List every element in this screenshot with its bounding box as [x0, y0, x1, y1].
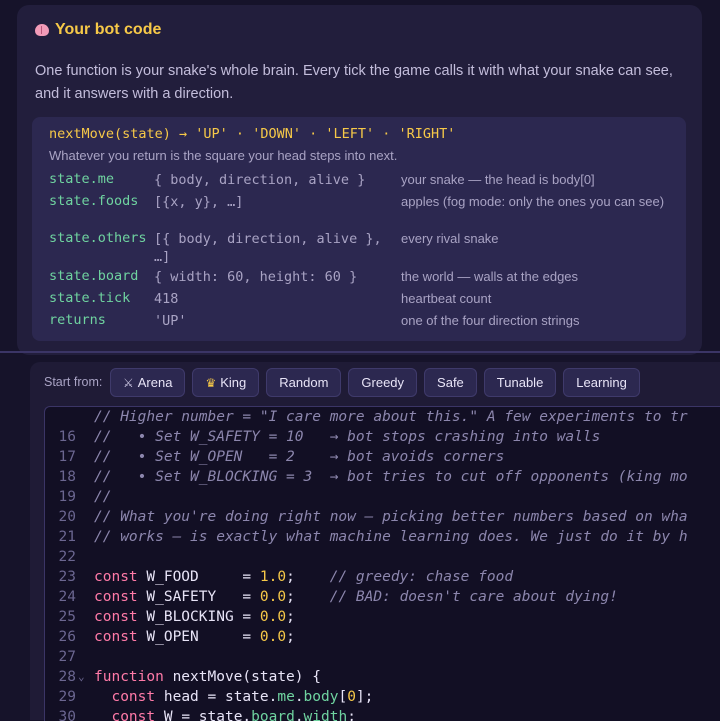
code-line: 30 const head = state.me.body[0];	[45, 687, 720, 721]
api-key: state.tick	[49, 290, 131, 306]
code-line: 29 ⌄ function nextMove(state) {	[45, 667, 720, 705]
code-line: 21 // What you're doing right now — pick…	[45, 507, 720, 545]
starter-label: Safe	[437, 375, 464, 390]
starter-tunable-button[interactable]: Tunable	[483, 368, 557, 397]
brain-icon	[35, 24, 49, 36]
code-text: const W_OPEN = 0.0;	[94, 629, 295, 645]
code-text: function nextMove(state) {	[94, 669, 321, 685]
code-text: const W = state.board.width;	[111, 709, 356, 721]
api-desc: heartbeat count	[401, 291, 492, 306]
crown-icon: ♛	[205, 375, 217, 390]
api-type: 'UP'	[154, 313, 187, 329]
api-desc: the world — walls at the edges	[401, 269, 579, 284]
starter-label: Arena	[137, 375, 173, 390]
starter-label: Greedy	[361, 375, 405, 390]
code-text: const head = state.me.body[0];	[111, 689, 374, 705]
api-desc: your snake — the head is body[0]	[401, 172, 595, 187]
starter-label: Tunable	[496, 375, 544, 390]
code-line: 20 //	[45, 487, 720, 525]
code-text: // • Set W_BLOCKING = 3 → bot tries to c…	[94, 469, 688, 485]
function-signature: nextMove(state) → 'UP' · 'DOWN' · 'LEFT'…	[49, 126, 456, 142]
api-type: { body, direction, alive }	[154, 172, 366, 188]
code-line: 24 const W_FOOD = 1.0; // greedy: chase …	[45, 567, 720, 605]
code-line: 28	[45, 647, 720, 685]
starter-greedy-button[interactable]: Greedy	[348, 368, 418, 397]
code-text: const W_SAFETY = 0.0; // BAD: doesn't ca…	[94, 589, 618, 605]
code-line: 25 const W_SAFETY = 0.0; // BAD: doesn't…	[45, 587, 720, 625]
code-line: 23	[45, 547, 720, 585]
code-line: 19 // • Set W_BLOCKING = 3 → bot tries t…	[45, 467, 720, 505]
code-line: 22 // works — is exactly what machine le…	[45, 527, 720, 565]
code-text: // What you're doing right now — picking…	[94, 509, 688, 525]
code-line: 18 // • Set W_OPEN = 2 → bot avoids corn…	[45, 447, 720, 485]
section-divider	[0, 351, 720, 353]
starter-buttons: ⚔ Arena ♛ King Random Greedy Safe Tunabl…	[110, 368, 640, 397]
starter-arena-button[interactable]: ⚔ Arena	[110, 368, 186, 397]
starter-king-button[interactable]: ♛ King	[192, 368, 260, 397]
api-key: state.foods	[49, 193, 139, 209]
code-line: 26 const W_BLOCKING = 0.0;	[45, 607, 720, 645]
code-text: // Higher number = "I care more about th…	[94, 409, 688, 425]
code-text: // • Set W_SAFETY = 10 → bot stops crash…	[94, 429, 601, 445]
start-from-label: Start from:	[44, 375, 103, 389]
api-desc: every rival snake	[401, 231, 499, 246]
starter-label: Random	[279, 375, 329, 390]
signature-description: Whatever you return is the square your h…	[49, 148, 398, 163]
starter-label: King	[220, 375, 247, 390]
crossed-swords-icon: ⚔	[123, 375, 134, 390]
api-reference-box: nextMove(state) → 'UP' · 'DOWN' · 'LEFT'…	[32, 117, 686, 341]
api-type: [{x, y}, …]	[154, 194, 244, 210]
api-key: state.me	[49, 171, 115, 187]
code-text: // works — is exactly what machine learn…	[94, 529, 688, 545]
api-type: [{ body, direction, alive }, …]	[154, 231, 382, 265]
code-line: 17 // • Set W_SAFETY = 10 → bot stops cr…	[45, 427, 720, 465]
code-text: const W_BLOCKING = 0.0;	[94, 609, 295, 625]
code-text: //	[94, 489, 112, 505]
starter-label: Learning	[576, 375, 627, 390]
api-desc: one of the four direction strings	[401, 313, 580, 328]
card-title-text: Your bot code	[55, 21, 162, 38]
starter-random-button[interactable]: Random	[266, 368, 342, 397]
fold-chevron-icon[interactable]: ⌄	[78, 667, 85, 687]
code-text: const W_FOOD = 1.0; // greedy: chase foo…	[94, 569, 514, 585]
starter-safe-button[interactable]: Safe	[424, 368, 477, 397]
api-key: state.board	[49, 268, 139, 284]
api-type: 418	[154, 291, 179, 307]
intro-text: One function is your snake's whole brain…	[35, 63, 673, 102]
code-text: // • Set W_OPEN = 2 → bot avoids corners	[94, 449, 505, 465]
code-line: 27 const W_OPEN = 0.0;	[45, 627, 720, 665]
starter-learning-button[interactable]: Learning	[563, 368, 640, 397]
card-title: Your bot code	[35, 21, 161, 39]
code-line: 16 // Higher number = "I care more about…	[45, 407, 720, 445]
api-desc: apples (fog mode: only the ones you can …	[401, 194, 665, 209]
code-editor[interactable]: 16 // Higher number = "I care more about…	[44, 406, 720, 721]
api-type: { width: 60, height: 60 }	[154, 269, 358, 285]
api-key: state.others	[49, 230, 147, 246]
api-key: returns	[49, 312, 106, 328]
code-line: 31 const W = state.board.width;	[45, 707, 720, 721]
